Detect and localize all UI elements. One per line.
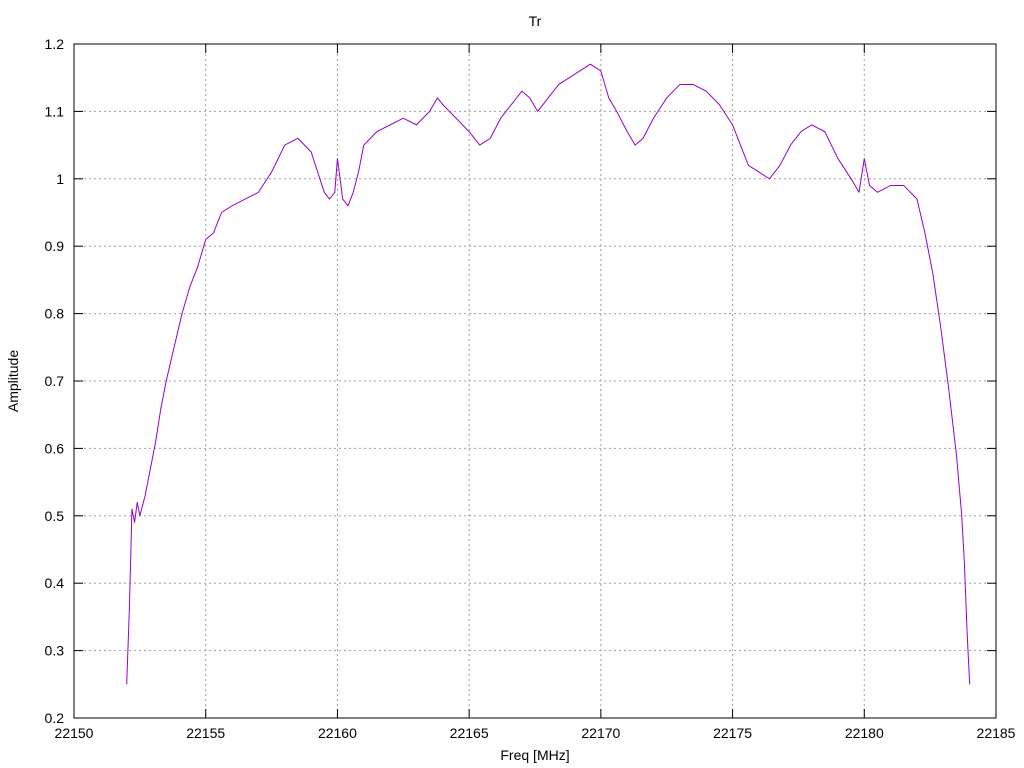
chart-background	[0, 0, 1024, 768]
chart-title: Tr	[529, 13, 542, 29]
x-tick-label: 22150	[55, 725, 94, 741]
x-tick-label: 22170	[581, 725, 620, 741]
x-tick-label: 22180	[845, 725, 884, 741]
y-tick-label: 1.1	[45, 103, 65, 119]
x-tick-label: 22185	[977, 725, 1016, 741]
y-axis-title: Amplitude	[5, 350, 21, 412]
y-tick-label: 0.2	[45, 710, 65, 726]
y-tick-label: 0.6	[45, 440, 65, 456]
x-tick-label: 22155	[186, 725, 225, 741]
y-tick-label: 1.2	[45, 36, 65, 52]
x-tick-label: 22175	[713, 725, 752, 741]
x-tick-label: 22160	[318, 725, 357, 741]
y-tick-label: 0.5	[45, 508, 65, 524]
y-tick-label: 1	[56, 171, 64, 187]
y-tick-label: 0.9	[45, 238, 65, 254]
y-tick-label: 0.3	[45, 643, 65, 659]
y-tick-label: 0.4	[45, 575, 65, 591]
y-tick-label: 0.8	[45, 306, 65, 322]
line-chart: 22150 22155 22160 22165 22170 22175 22180 22185…	[0, 0, 1024, 768]
x-tick-label: 22165	[450, 725, 489, 741]
y-tick-label: 0.7	[45, 373, 65, 389]
x-axis-title: Freq [MHz]	[500, 747, 569, 763]
